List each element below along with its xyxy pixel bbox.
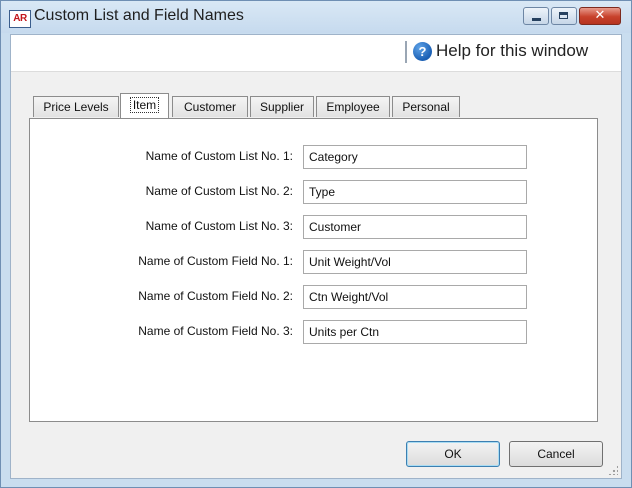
tab-label: Supplier <box>259 100 305 114</box>
ok-button[interactable]: OK <box>406 441 500 467</box>
tab-personal[interactable]: Personal <box>392 96 460 117</box>
field-label: Name of Custom Field No. 3: <box>138 324 293 338</box>
tab-label: Personal <box>402 100 450 114</box>
close-button[interactable]: ✕ <box>579 7 621 25</box>
custom-field-1-row: Name of Custom Field No. 1: Unit Weight/… <box>30 250 597 274</box>
custom-field-1-input[interactable]: Unit Weight/Vol <box>303 250 527 274</box>
tab-price-levels[interactable]: Price Levels <box>33 96 119 117</box>
dialog-client-area: ? Help for this window Price Levels Item… <box>10 34 622 479</box>
minimize-button[interactable] <box>523 7 549 25</box>
custom-field-2-row: Name of Custom Field No. 2: Ctn Weight/V… <box>30 285 597 309</box>
custom-list-1-input[interactable]: Category <box>303 145 527 169</box>
custom-list-3-row: Name of Custom List No. 3: Customer <box>30 215 597 239</box>
maximize-button[interactable] <box>551 7 577 25</box>
field-label: Name of Custom List No. 1: <box>145 149 293 163</box>
tab-label: Employee <box>326 100 380 114</box>
app-logo-icon: AR <box>9 10 31 28</box>
tab-label: Item <box>129 97 160 113</box>
field-label: Name of Custom List No. 3: <box>145 219 293 233</box>
window-controls: ✕ <box>523 7 621 27</box>
field-label: Name of Custom List No. 2: <box>145 184 293 198</box>
window-title: Custom List and Field Names <box>34 7 244 24</box>
field-label: Name of Custom Field No. 2: <box>138 289 293 303</box>
cancel-button[interactable]: Cancel <box>509 441 603 467</box>
help-bar: ? Help for this window <box>11 35 621 72</box>
tab-item[interactable]: Item <box>120 93 169 118</box>
help-icon[interactable]: ? <box>413 42 432 61</box>
maximize-icon <box>559 12 568 19</box>
custom-field-2-input[interactable]: Ctn Weight/Vol <box>303 285 527 309</box>
title-bar[interactable]: AR Custom List and Field Names ✕ <box>1 1 631 33</box>
minimize-icon <box>532 18 541 21</box>
custom-list-2-row: Name of Custom List No. 2: Type <box>30 180 597 204</box>
resize-grip-icon[interactable] <box>608 465 618 475</box>
custom-field-3-row: Name of Custom Field No. 3: Units per Ct… <box>30 320 597 344</box>
close-icon: ✕ <box>594 8 606 23</box>
help-link[interactable]: Help for this window <box>436 41 588 61</box>
field-label: Name of Custom Field No. 1: <box>138 254 293 268</box>
custom-list-3-input[interactable]: Customer <box>303 215 527 239</box>
custom-list-2-input[interactable]: Type <box>303 180 527 204</box>
custom-field-3-input[interactable]: Units per Ctn <box>303 320 527 344</box>
tab-label: Customer <box>183 100 236 114</box>
dialog-window: AR Custom List and Field Names ✕ ? Help … <box>0 0 632 488</box>
tab-supplier[interactable]: Supplier <box>250 96 314 117</box>
tab-label: Price Levels <box>43 100 109 114</box>
help-separator <box>405 41 407 63</box>
custom-list-1-row: Name of Custom List No. 1: Category <box>30 145 597 169</box>
tab-customer[interactable]: Customer <box>172 96 248 117</box>
item-tab-panel: Name of Custom List No. 1: Category Name… <box>29 118 598 422</box>
tab-employee[interactable]: Employee <box>316 96 390 117</box>
